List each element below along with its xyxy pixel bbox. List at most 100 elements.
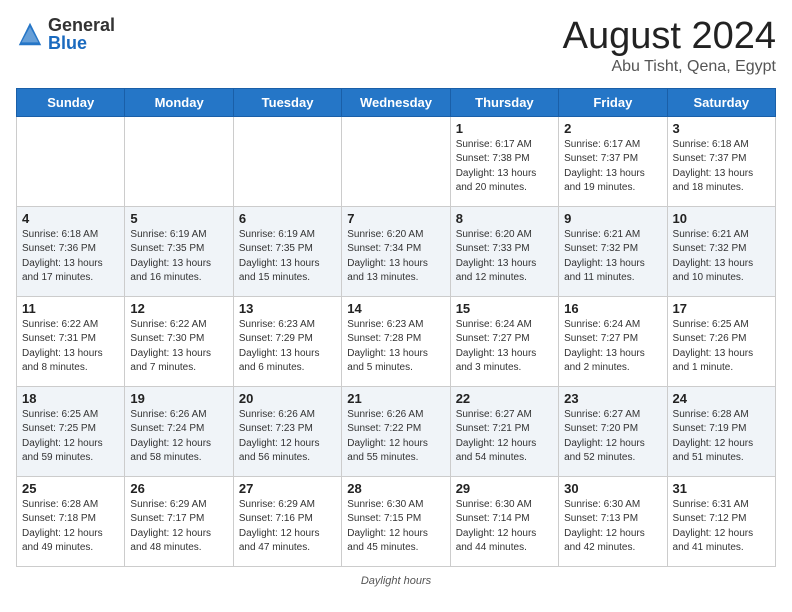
title-block: August 2024 Abu Tisht, Qena, Egypt [563, 16, 776, 76]
day-info: Sunrise: 6:26 AM Sunset: 7:23 PM Dayligh… [239, 408, 336, 466]
logo-blue: Blue [48, 34, 115, 52]
calendar-body: 1Sunrise: 6:17 AM Sunset: 7:38 PM Daylig… [17, 116, 776, 566]
day-info: Sunrise: 6:22 AM Sunset: 7:31 PM Dayligh… [22, 318, 119, 376]
calendar-cell: 19 Sunrise: 6:26 AM Sunset: 7:24 PM Dayli… [125, 386, 233, 476]
day-number: 15 [456, 301, 553, 316]
day-number: 12 [130, 301, 227, 316]
day-number: 20 [239, 391, 336, 406]
calendar-cell: 27 Sunrise: 6:29 AM Sunset: 7:16 PM Dayli… [233, 476, 341, 566]
day-info: Sunrise: 6:27 AM Sunset: 7:21 PM Dayligh… [456, 408, 553, 466]
day-number: 11 [22, 301, 119, 316]
calendar-cell [17, 116, 125, 206]
footer-label: Daylight hours [361, 575, 431, 587]
weekday-header-sunday: Sunday [17, 88, 125, 116]
logo-text: General Blue [48, 16, 115, 52]
calendar-cell [125, 116, 233, 206]
calendar-cell: 14 Sunrise: 6:23 AM Sunset: 7:28 PM Dayli… [342, 296, 450, 386]
day-info: Sunrise: 6:23 AM Sunset: 7:28 PM Dayligh… [347, 318, 444, 376]
day-number: 9 [564, 211, 661, 226]
day-info: Sunrise: 6:29 AM Sunset: 7:16 PM Dayligh… [239, 498, 336, 556]
day-number: 21 [347, 391, 444, 406]
calendar-header: SundayMondayTuesdayWednesdayThursdayFrid… [17, 88, 776, 116]
calendar-cell: 31 Sunrise: 6:31 AM Sunset: 7:12 PM Dayli… [667, 476, 775, 566]
calendar-cell: 15 Sunrise: 6:24 AM Sunset: 7:27 PM Dayli… [450, 296, 558, 386]
day-info: Sunrise: 6:27 AM Sunset: 7:20 PM Dayligh… [564, 408, 661, 466]
calendar-cell: 1Sunrise: 6:17 AM Sunset: 7:38 PM Daylig… [450, 116, 558, 206]
day-number: 5 [130, 211, 227, 226]
day-number: 23 [564, 391, 661, 406]
weekday-header-monday: Monday [125, 88, 233, 116]
day-info: Sunrise: 6:21 AM Sunset: 7:32 PM Dayligh… [564, 228, 661, 286]
week-row-1: 1Sunrise: 6:17 AM Sunset: 7:38 PM Daylig… [17, 116, 776, 206]
day-info: Sunrise: 6:17 AM Sunset: 7:37 PM Dayligh… [564, 138, 661, 196]
day-number: 2 [564, 121, 661, 136]
logo: General Blue [16, 16, 115, 52]
day-number: 14 [347, 301, 444, 316]
day-number: 26 [130, 481, 227, 496]
calendar-cell: 5 Sunrise: 6:19 AM Sunset: 7:35 PM Daylig… [125, 206, 233, 296]
calendar-cell: 24 Sunrise: 6:28 AM Sunset: 7:19 PM Dayli… [667, 386, 775, 476]
day-info: Sunrise: 6:19 AM Sunset: 7:35 PM Dayligh… [239, 228, 336, 286]
day-number: 17 [673, 301, 770, 316]
day-number: 6 [239, 211, 336, 226]
day-info: Sunrise: 6:25 AM Sunset: 7:26 PM Dayligh… [673, 318, 770, 376]
calendar-cell: 8Sunrise: 6:20 AM Sunset: 7:33 PM Daylig… [450, 206, 558, 296]
day-number: 16 [564, 301, 661, 316]
day-number: 24 [673, 391, 770, 406]
day-number: 7 [347, 211, 444, 226]
calendar-cell: 10 Sunrise: 6:21 AM Sunset: 7:32 PM Dayli… [667, 206, 775, 296]
day-info: Sunrise: 6:20 AM Sunset: 7:34 PM Dayligh… [347, 228, 444, 286]
calendar-cell: 29 Sunrise: 6:30 AM Sunset: 7:14 PM Dayli… [450, 476, 558, 566]
day-info: Sunrise: 6:18 AM Sunset: 7:36 PM Dayligh… [22, 228, 119, 286]
day-info: Sunrise: 6:21 AM Sunset: 7:32 PM Dayligh… [673, 228, 770, 286]
day-number: 1 [456, 121, 553, 136]
week-row-5: 25Sunrise: 6:28 AM Sunset: 7:18 PM Dayli… [17, 476, 776, 566]
calendar-cell: 11 Sunrise: 6:22 AM Sunset: 7:31 PM Dayli… [17, 296, 125, 386]
day-info: Sunrise: 6:18 AM Sunset: 7:37 PM Dayligh… [673, 138, 770, 196]
day-number: 31 [673, 481, 770, 496]
day-number: 8 [456, 211, 553, 226]
day-info: Sunrise: 6:23 AM Sunset: 7:29 PM Dayligh… [239, 318, 336, 376]
day-number: 13 [239, 301, 336, 316]
calendar-footer: Daylight hours [16, 575, 776, 587]
calendar-cell: 26 Sunrise: 6:29 AM Sunset: 7:17 PM Dayli… [125, 476, 233, 566]
week-row-2: 4 Sunrise: 6:18 AM Sunset: 7:36 PM Daylig… [17, 206, 776, 296]
day-info: Sunrise: 6:26 AM Sunset: 7:24 PM Dayligh… [130, 408, 227, 466]
day-number: 18 [22, 391, 119, 406]
day-info: Sunrise: 6:30 AM Sunset: 7:14 PM Dayligh… [456, 498, 553, 556]
calendar-cell: 12Sunrise: 6:22 AM Sunset: 7:30 PM Dayli… [125, 296, 233, 386]
logo-general: General [48, 16, 115, 34]
weekday-header-tuesday: Tuesday [233, 88, 341, 116]
day-info: Sunrise: 6:31 AM Sunset: 7:12 PM Dayligh… [673, 498, 770, 556]
calendar-cell: 23 Sunrise: 6:27 AM Sunset: 7:20 PM Dayli… [559, 386, 667, 476]
calendar-cell: 7 Sunrise: 6:20 AM Sunset: 7:34 PM Daylig… [342, 206, 450, 296]
day-number: 29 [456, 481, 553, 496]
day-number: 19 [130, 391, 227, 406]
week-row-4: 18 Sunrise: 6:25 AM Sunset: 7:25 PM Dayli… [17, 386, 776, 476]
weekday-header-thursday: Thursday [450, 88, 558, 116]
day-number: 10 [673, 211, 770, 226]
calendar-cell: 9 Sunrise: 6:21 AM Sunset: 7:32 PM Daylig… [559, 206, 667, 296]
page-header: General Blue August 2024 Abu Tisht, Qena… [16, 16, 776, 76]
logo-icon [16, 20, 44, 48]
day-info: Sunrise: 6:24 AM Sunset: 7:27 PM Dayligh… [456, 318, 553, 376]
calendar-cell [233, 116, 341, 206]
day-info: Sunrise: 6:28 AM Sunset: 7:19 PM Dayligh… [673, 408, 770, 466]
week-row-3: 11 Sunrise: 6:22 AM Sunset: 7:31 PM Dayli… [17, 296, 776, 386]
calendar-cell: 25Sunrise: 6:28 AM Sunset: 7:18 PM Dayli… [17, 476, 125, 566]
weekday-header-row: SundayMondayTuesdayWednesdayThursdayFrid… [17, 88, 776, 116]
weekday-header-friday: Friday [559, 88, 667, 116]
calendar-location: Abu Tisht, Qena, Egypt [563, 58, 776, 76]
day-info: Sunrise: 6:25 AM Sunset: 7:25 PM Dayligh… [22, 408, 119, 466]
day-info: Sunrise: 6:30 AM Sunset: 7:15 PM Dayligh… [347, 498, 444, 556]
weekday-header-wednesday: Wednesday [342, 88, 450, 116]
day-info: Sunrise: 6:19 AM Sunset: 7:35 PM Dayligh… [130, 228, 227, 286]
calendar-cell: 20 Sunrise: 6:26 AM Sunset: 7:23 PM Dayli… [233, 386, 341, 476]
calendar-cell: 6 Sunrise: 6:19 AM Sunset: 7:35 PM Daylig… [233, 206, 341, 296]
day-number: 4 [22, 211, 119, 226]
day-info: Sunrise: 6:29 AM Sunset: 7:17 PM Dayligh… [130, 498, 227, 556]
calendar-cell [342, 116, 450, 206]
day-number: 27 [239, 481, 336, 496]
calendar-cell: 21Sunrise: 6:26 AM Sunset: 7:22 PM Dayli… [342, 386, 450, 476]
calendar-title: August 2024 [563, 16, 776, 58]
